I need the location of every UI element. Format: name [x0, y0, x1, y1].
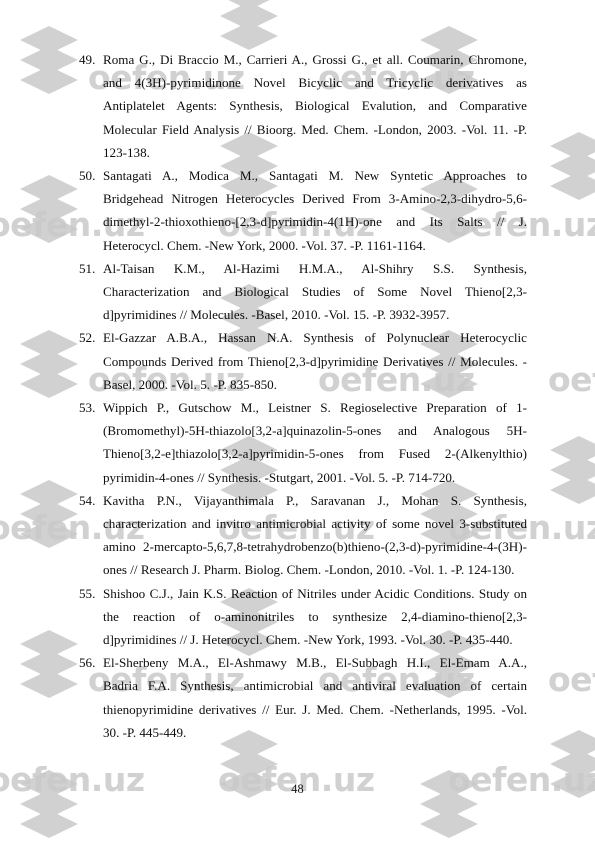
reference-line: characterization and invitro antimicrobi… — [103, 516, 527, 532]
reference-entry: 49. Roma G., Di Braccio M., Carrieri A., … — [79, 48, 527, 164]
reference-line: 30. -P. 445-449. — [103, 724, 187, 740]
reference-entry: 51. Al-Taisan K.M., Al-Hazimi H.M.A., Al-… — [79, 257, 527, 327]
reference-line: Shishoo C.J., Jain K.S. Reaction of Nitr… — [103, 585, 527, 601]
reference-line: Thieno[3,2-e]thiazolo[3,2-a]pyrimidin-5-… — [103, 446, 527, 462]
reference-line: Antiplatelet Agents: Synthesis, Biologic… — [103, 98, 527, 114]
reference-line: Kavitha P.N., Vijayanthimala P., Saravan… — [103, 492, 527, 508]
reference-entry: 54. Kavitha P.N., Vijayanthimala P., Sara… — [79, 489, 527, 582]
reference-line: Characterization and Biological Studies … — [103, 284, 527, 300]
reference-line: Badria F.A. Synthesis, antimicrobial and… — [103, 678, 527, 694]
reference-entry: 56. El-Sherbeny M.A., El-Ashmawy M.B., El… — [79, 651, 527, 744]
reference-line: d]pyrimidines // Molecules. -Basel, 2010… — [103, 307, 450, 323]
page-content: 49. Roma G., Di Braccio M., Carrieri A., … — [0, 0, 595, 842]
reference-line: Bridgehead Nitrogen Heterocycles Derived… — [103, 191, 527, 207]
reference-text: El-Sherbeny M.A., El-Ashmawy M.B., El-Su… — [103, 651, 527, 744]
reference-line: Al-Taisan K.M., Al-Hazimi H.M.A., Al-Shi… — [103, 260, 527, 276]
reference-number: 55. — [79, 585, 96, 601]
reference-text: Al-Taisan K.M., Al-Hazimi H.M.A., Al-Shi… — [103, 257, 527, 327]
reference-line: pyrimidin-4-ones // Synthesis. -Stutgart… — [103, 469, 456, 485]
reference-line: Basel, 2000. -Vol. 5. -P. 835-850. — [103, 376, 277, 392]
reference-number: 52. — [79, 330, 96, 346]
reference-line: dimethyl-2-thioxothieno-[2,3-d]pyrimidin… — [103, 214, 527, 230]
reference-line: El-Gazzar A.B.A., Hassan N.A. Synthesis … — [103, 330, 527, 346]
reference-number: 50. — [79, 168, 96, 184]
reference-text: Shishoo C.J., Jain K.S. Reaction of Nitr… — [103, 582, 527, 652]
page-number: 48 — [291, 782, 304, 796]
reference-line: and 4(3H)-pyrimidinone Novel Bicyclic an… — [103, 75, 527, 91]
reference-line: Molecular Field Analysis // Bioorg. Med.… — [103, 121, 527, 137]
reference-line: Roma G., Di Braccio M., Carrieri A., Gro… — [103, 52, 527, 67]
reference-number: 54. — [79, 492, 96, 508]
reference-number: 53. — [79, 400, 96, 416]
reference-line: Compounds Derived from Thieno[2,3-d]pyri… — [103, 353, 527, 369]
reference-text: El-Gazzar A.B.A., Hassan N.A. Synthesis … — [103, 326, 527, 396]
reference-text: Santagati A., Modica M., Santagati M. Ne… — [103, 164, 527, 257]
reference-number: 49. — [79, 52, 96, 67]
reference-entry: 55. Shishoo C.J., Jain K.S. Reaction of N… — [79, 582, 527, 652]
reference-text: Wippich P., Gutschow M., Leistner S. Reg… — [103, 396, 527, 489]
reference-line: (Bromomethyl)-5H-thiazolo[3,2-a]quinazol… — [103, 423, 527, 439]
reference-line: amino 2-mercapto-5,6,7,8-tetrahydrobenzo… — [103, 539, 527, 555]
reference-list: 49. Roma G., Di Braccio M., Carrieri A., … — [79, 48, 527, 744]
reference-line: Wippich P., Gutschow M., Leistner S. Reg… — [103, 400, 527, 416]
reference-line: the reaction of o-aminonitriles to synth… — [103, 608, 527, 624]
reference-line: thienopyrimidine derivatives // Eur. J. … — [103, 701, 527, 717]
reference-entry: 53. Wippich P., Gutschow M., Leistner S. … — [79, 396, 527, 489]
reference-line: Santagati A., Modica M., Santagati M. Ne… — [103, 168, 527, 184]
reference-line: d]pyrimidines // J. Heterocycl. Chem. -N… — [103, 632, 513, 648]
reference-line: Heterocycl. Chem. -New York, 2000. -Vol.… — [103, 237, 426, 253]
reference-number: 51. — [79, 260, 96, 276]
reference-line: El-Sherbeny M.A., El-Ashmawy M.B., El-Su… — [103, 655, 527, 671]
reference-entry: 52. El-Gazzar A.B.A., Hassan N.A. Synthes… — [79, 326, 527, 396]
reference-number: 56. — [79, 655, 96, 671]
reference-line: ones // Research J. Pharm. Biolog. Chem.… — [103, 562, 515, 578]
reference-entry: 50. Santagati A., Modica M., Santagati M.… — [79, 164, 527, 257]
reference-text: Roma G., Di Braccio M., Carrieri A., Gro… — [103, 48, 527, 164]
reference-text: Kavitha P.N., Vijayanthimala P., Saravan… — [103, 489, 527, 582]
reference-line: 123-138. — [103, 144, 150, 160]
